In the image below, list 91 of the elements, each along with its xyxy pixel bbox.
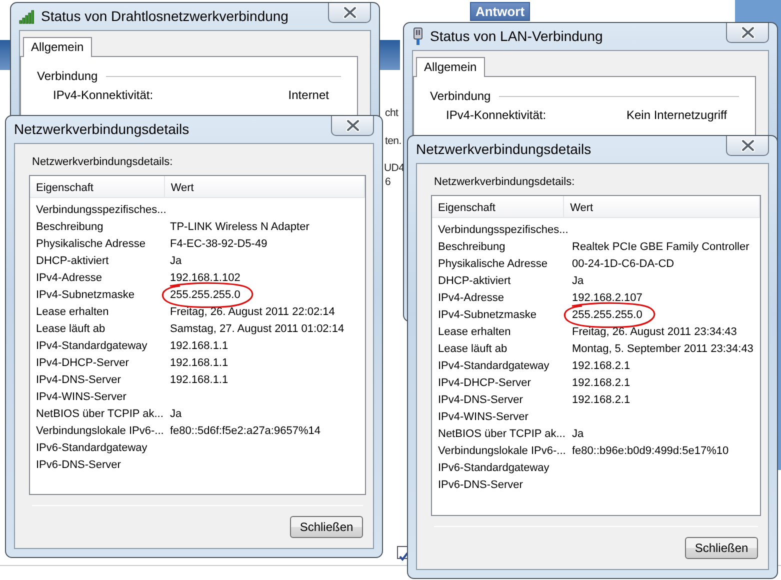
value-cell-text: Ja (169, 407, 182, 421)
window-title: Netzwerkverbindungsdetails (416, 140, 592, 159)
close-button[interactable] (726, 136, 769, 156)
property-cell-text: Lease läuft ab (35, 322, 106, 336)
value-cell-text: 192.168.1.1 (169, 373, 228, 387)
property-cell-text: Verbindungsspezifisches... (35, 203, 168, 217)
property-cell-text: IPv6-Standardgateway (437, 461, 550, 475)
field-value: Internet (288, 88, 329, 102)
page-text: UD4 (384, 161, 404, 176)
value-cell-text: 192.168.1.1 (169, 356, 228, 370)
caption-text: Netzwerkverbindungsdetails: (433, 175, 576, 190)
property-cell-text: IPv4-Standardgateway (437, 359, 550, 373)
field-value: Kein Internetzugriff (626, 108, 727, 122)
property-cell-text: IPv6-DNS-Server (35, 458, 122, 472)
property-cell-text: NetBIOS über TCPIP ak... (437, 427, 566, 441)
property-cell-text: IPv4-Adresse (35, 271, 104, 285)
value-cell-text: Samstag, 27. August 2011 01:02:14 (169, 322, 344, 336)
field-label: IPv4-Konnektivität: (446, 108, 546, 122)
close-button[interactable] (726, 23, 769, 43)
field-label: IPv4-Konnektivität: (53, 88, 154, 102)
value-cell-text: Realtek PCIe GBE Family Controller (571, 240, 750, 254)
close-icon (342, 6, 358, 19)
property-cell-text: IPv6-Standardgateway (35, 441, 148, 455)
value-cell-text: 00-24-1D-C6-DA-CD (571, 257, 674, 271)
column-header[interactable]: Eigenschaft (432, 196, 564, 216)
property-cell-text: DHCP-aktiviert (437, 274, 512, 288)
property-cell-text: Verbindungslokale IPv6-... (437, 444, 567, 458)
value-cell-text: Ja (571, 274, 584, 288)
column-header[interactable]: Wert (164, 176, 365, 196)
close-icon (740, 26, 756, 39)
value-cell-text: 192.168.1.102 (169, 271, 240, 285)
property-cell-text: Physikalische Adresse (437, 257, 548, 271)
value-cell-text: F4-EC-38-92-D5-49 (169, 237, 268, 251)
caption-text: Netzwerkverbindungsdetails: (31, 155, 174, 170)
tab[interactable]: Allgemein (416, 57, 485, 77)
value-cell-text: Freitag, 26. August 2011 22:02:14 (169, 305, 335, 319)
window-title: Status von Drahtlosnetzwerkverbindung (41, 7, 288, 26)
column-header[interactable]: Eigenschaft (30, 176, 165, 196)
value-cell-text: 192.168.2.1 (571, 376, 630, 390)
close-button[interactable] (328, 3, 371, 23)
reply-button[interactable]: Antwort (470, 2, 530, 21)
close-button[interactable]: Schließen (290, 516, 363, 538)
property-cell-text: IPv4-Standardgateway (35, 339, 148, 353)
property-cell-text: IPv4-DNS-Server (437, 393, 524, 407)
column-header[interactable]: Wert (564, 196, 760, 216)
property-cell-text: Beschreibung (437, 240, 506, 254)
property-cell-text: IPv4-Adresse (437, 291, 506, 305)
close-icon (740, 139, 756, 152)
property-cell-text: IPv4-WINS-Server (437, 410, 530, 424)
value-cell: 255.255.255.0 (168, 288, 240, 302)
value-cell-text: 192.168.2.107 (571, 291, 642, 305)
signal-icon (19, 10, 35, 24)
value-cell-text: 192.168.2.1 (571, 393, 630, 407)
property-cell-text: IPv4-DHCP-Server (437, 376, 532, 390)
group-label: Verbindung (37, 69, 98, 83)
close-button[interactable]: Schließen (685, 537, 758, 559)
property-cell-text: DHCP-aktiviert (35, 254, 110, 268)
value-cell-text: Freitag, 26. August 2011 23:34:43 (571, 325, 737, 339)
value-cell-text: Ja (571, 427, 584, 441)
property-cell-text: Physikalische Adresse (35, 237, 146, 251)
property-cell-text: IPv4-DNS-Server (35, 373, 122, 387)
value-cell: 255.255.255.0 (570, 308, 642, 322)
property-cell-text: Lease erhalten (35, 305, 110, 319)
property-cell-text: Verbindungslokale IPv6-... (35, 424, 165, 438)
value-cell-text: 192.168.2.1 (571, 359, 630, 373)
property-cell-text: IPv4-WINS-Server (35, 390, 128, 404)
value-cell-text: TP-LINK Wireless N Adapter (169, 220, 310, 234)
value-cell-text: Ja (169, 254, 182, 268)
value-cell-text: fe80::b96e:b0d9:499d:5e17%10 (571, 444, 729, 458)
tab[interactable]: Allgemein (23, 37, 92, 57)
close-icon (344, 119, 360, 132)
property-cell-text: Verbindungsspezifisches... (437, 223, 570, 237)
property-cell-text: IPv4-Subnetzmaske (35, 288, 136, 302)
value-cell-text: fe80::5d6f:f5e2:a27a:9657%14 (169, 424, 320, 438)
page-text: cht (385, 106, 398, 121)
value-cell-text: Montag, 5. September 2011 23:34:43 (571, 342, 754, 356)
page-text: 6 (385, 175, 391, 190)
property-cell-text: IPv6-DNS-Server (437, 478, 524, 492)
plug-icon (412, 26, 424, 46)
property-cell-text: Lease läuft ab (437, 342, 508, 356)
page-text: ten. (385, 134, 402, 149)
property-cell-text: Lease erhalten (437, 325, 512, 339)
property-cell-text: NetBIOS über TCPIP ak... (35, 407, 164, 421)
close-button[interactable] (331, 116, 374, 136)
property-cell-text: IPv4-DHCP-Server (35, 356, 130, 370)
group-label: Verbindung (430, 89, 491, 103)
property-cell-text: Beschreibung (35, 220, 104, 234)
value-cell-text: 192.168.1.1 (169, 339, 228, 353)
window-title: Netzwerkverbindungsdetails (14, 120, 190, 139)
window-title: Status von LAN-Verbindung (430, 27, 603, 46)
property-cell-text: IPv4-Subnetzmaske (437, 308, 538, 322)
